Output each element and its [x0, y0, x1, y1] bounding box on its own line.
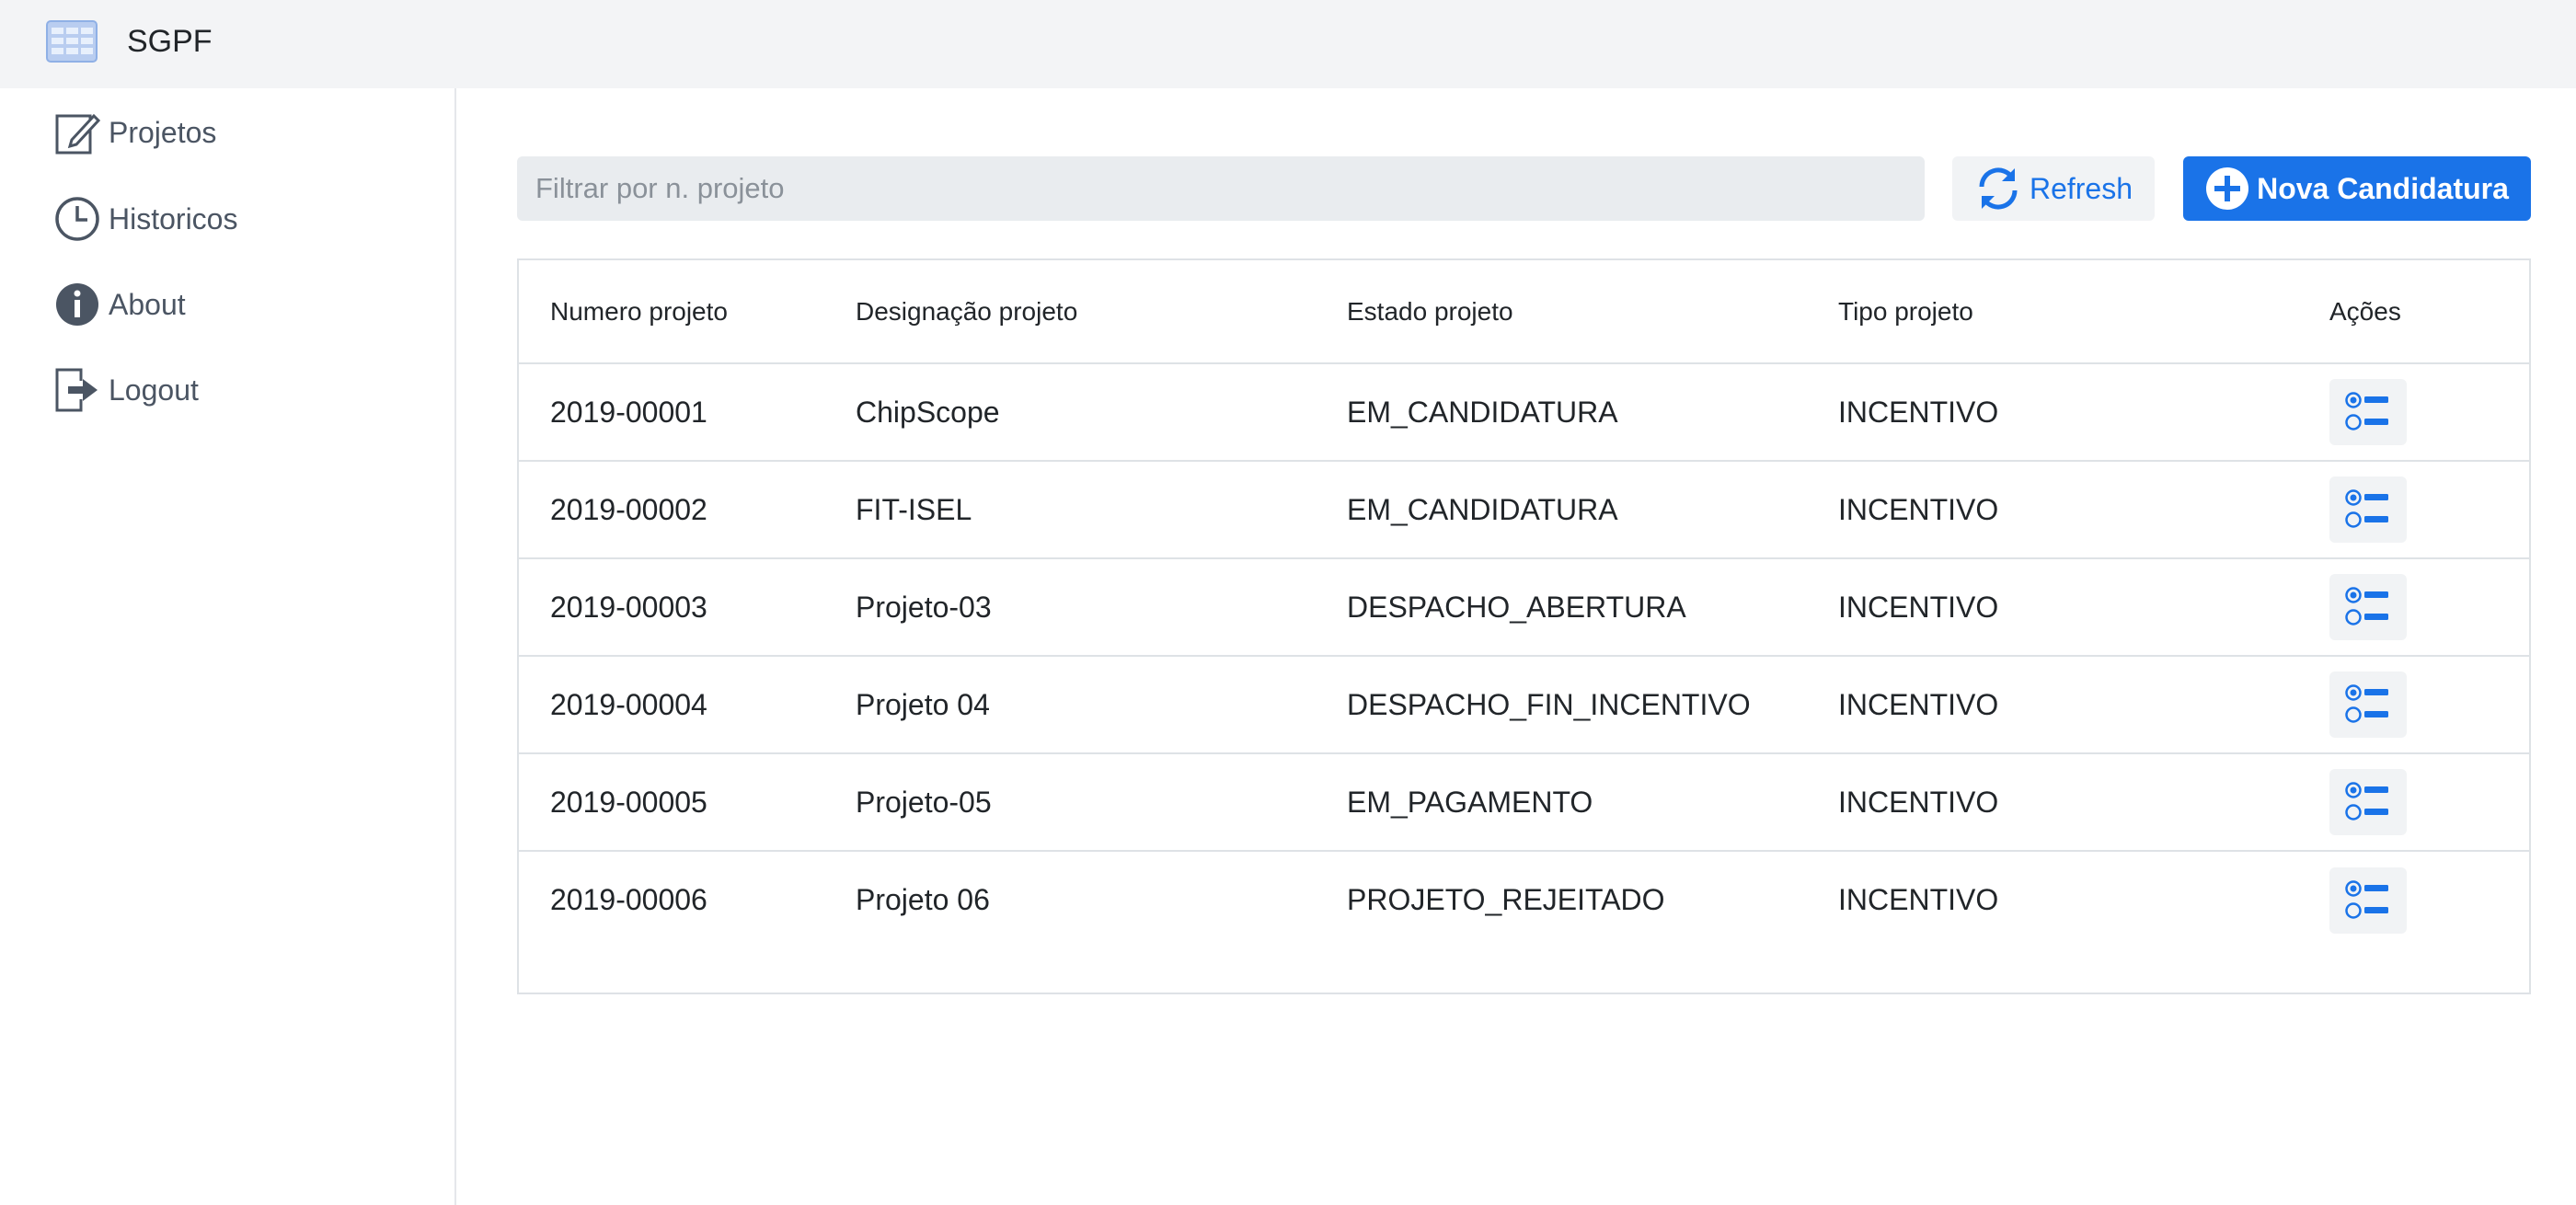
- table-row: 2019-00006 Projeto 06 PROJETO_REJEITADO …: [519, 851, 2529, 948]
- logout-icon: [53, 366, 101, 414]
- info-icon: [53, 281, 101, 328]
- details-button[interactable]: [2329, 379, 2407, 445]
- cell-acoes: [2329, 558, 2529, 657]
- cell-estado: DESPACHO_ABERTURA: [1347, 558, 1838, 657]
- list-details-icon: [2345, 587, 2388, 625]
- cell-numero: 2019-00001: [519, 363, 856, 462]
- cell-designacao: Projeto 06: [856, 883, 990, 916]
- cell-designacao: ChipScope: [856, 363, 1347, 462]
- header-acoes: Ações: [2329, 260, 2529, 364]
- cell-estado: DESPACHO_FIN_INCENTIVO: [1347, 656, 1838, 754]
- list-details-icon: [2345, 782, 2388, 821]
- cell-tipo: INCENTIVO: [1838, 753, 2329, 852]
- details-button[interactable]: [2329, 671, 2407, 738]
- refresh-label: Refresh: [2029, 171, 2133, 205]
- list-details-icon: [2345, 489, 2388, 528]
- details-button[interactable]: [2329, 866, 2407, 934]
- list-details-icon: [2345, 684, 2388, 723]
- cell-numero: 2019-00005: [519, 753, 856, 852]
- sidebar: Projetos Historicos About Logout: [0, 88, 456, 1205]
- table-row: 2019-00002 FIT-ISEL EM_CANDIDATURA INCEN…: [519, 461, 2529, 559]
- edit-icon: [53, 109, 101, 156]
- header-designacao: Designação projeto: [856, 260, 1347, 364]
- header-estado: Estado projeto: [1347, 260, 1838, 364]
- cell-acoes: [2329, 753, 2529, 852]
- sidebar-item-label: Projetos: [109, 115, 217, 149]
- cell-designacao: FIT-ISEL: [856, 461, 1347, 559]
- sidebar-item-historicos[interactable]: Historicos: [53, 191, 237, 247]
- cell-acoes: [2329, 363, 2529, 462]
- sidebar-item-label: About: [109, 287, 186, 321]
- header-tipo: Tipo projeto: [1838, 260, 2329, 364]
- cell-numero: 2019-00006: [550, 883, 707, 916]
- table-grid-icon: [46, 20, 98, 63]
- details-button[interactable]: [2329, 574, 2407, 640]
- list-details-icon: [2345, 879, 2388, 919]
- table-header-row: Numero projeto Designação projeto Estado…: [519, 260, 2529, 364]
- cell-tipo: INCENTIVO: [1838, 558, 2329, 657]
- new-candidatura-label: Nova Candidatura: [2257, 171, 2509, 205]
- cell-estado: EM_CANDIDATURA: [1347, 461, 1838, 559]
- projects-table: Numero projeto Designação projeto Estado…: [517, 258, 2531, 994]
- details-button[interactable]: [2329, 476, 2407, 543]
- cell-numero: 2019-00002: [519, 461, 856, 559]
- cell-numero: 2019-00003: [519, 558, 856, 657]
- plus-circle-icon: [2206, 167, 2249, 210]
- clock-icon: [53, 195, 101, 243]
- cell-designacao: Projeto-05: [856, 753, 1347, 852]
- table-row: 2019-00001 ChipScope EM_CANDIDATURA INCE…: [519, 363, 2529, 462]
- details-button[interactable]: [2329, 769, 2407, 835]
- list-details-icon: [2345, 392, 2388, 430]
- refresh-button[interactable]: Refresh: [1952, 156, 2155, 221]
- cell-designacao: Projeto 04: [856, 656, 1347, 754]
- refresh-icon: [1979, 167, 2018, 210]
- cell-acoes: [2329, 656, 2529, 754]
- app-title: SGPF: [127, 24, 213, 59]
- table-row: 2019-00005 Projeto-05 EM_PAGAMENTO INCEN…: [519, 753, 2529, 852]
- new-candidatura-button[interactable]: Nova Candidatura: [2183, 156, 2531, 221]
- sidebar-item-label: Logout: [109, 373, 199, 407]
- cell-estado: EM_CANDIDATURA: [1347, 363, 1838, 462]
- cell-tipo: INCENTIVO: [1838, 461, 2329, 559]
- header-numero: Numero projeto: [519, 260, 856, 364]
- top-bar: SGPF: [0, 0, 2576, 88]
- cell-acoes: [2329, 461, 2529, 559]
- cell-numero: 2019-00004: [519, 656, 856, 754]
- cell-tipo: INCENTIVO: [1838, 656, 2329, 754]
- table-row: 2019-00003 Projeto-03 DESPACHO_ABERTURA …: [519, 558, 2529, 657]
- cell-acoes: [2329, 851, 2529, 948]
- sidebar-item-label: Historicos: [109, 201, 238, 235]
- table-row: 2019-00004 Projeto 04 DESPACHO_FIN_INCEN…: [519, 656, 2529, 754]
- cell-designacao: Projeto-03: [856, 558, 1347, 657]
- cell-estado: EM_PAGAMENTO: [1347, 753, 1838, 852]
- cell-tipo: INCENTIVO: [1838, 883, 1999, 916]
- sidebar-item-about[interactable]: About: [53, 277, 186, 332]
- cell-tipo: INCENTIVO: [1838, 363, 2329, 462]
- cell-estado: PROJETO_REJEITADO: [1347, 883, 1665, 916]
- sidebar-item-projetos[interactable]: Projetos: [53, 105, 216, 160]
- sidebar-item-logout[interactable]: Logout: [53, 362, 199, 418]
- filter-input[interactable]: [517, 156, 1925, 221]
